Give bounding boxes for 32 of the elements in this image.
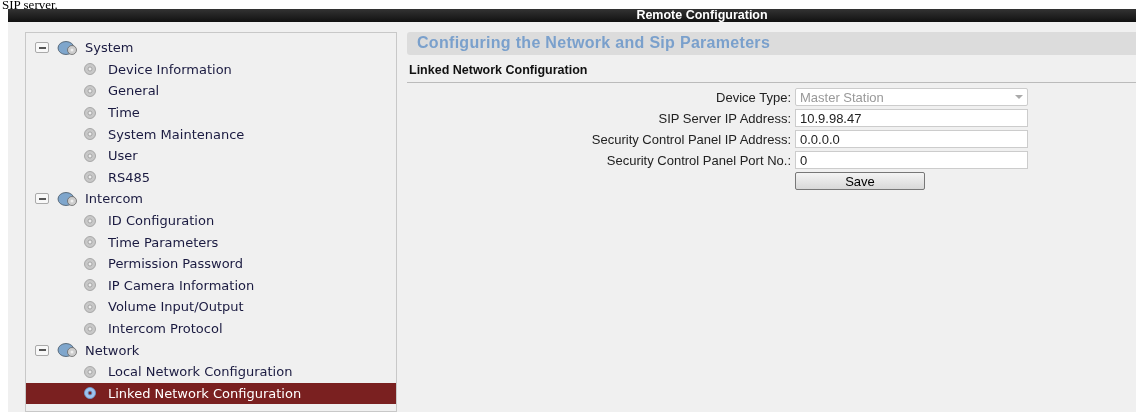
tree-item[interactable]: RS485 [26, 166, 396, 189]
collapse-toggle[interactable] [35, 344, 49, 356]
tree-group-label[interactable]: Network [85, 342, 140, 358]
tree-item[interactable]: User [26, 144, 396, 167]
tree-item[interactable]: System Maintenance [26, 123, 396, 145]
field-label: Security Control Panel Port No.: [605, 152, 791, 168]
field-label: Security Control Panel IP Address: [590, 131, 791, 147]
tree-item[interactable]: General [26, 80, 396, 102]
tree-item[interactable]: IP Camera Information [26, 274, 396, 297]
tree-item[interactable]: Time [26, 101, 396, 124]
panel-heading: Configuring the Network and Sip Parameters [407, 32, 1136, 55]
field-label: Device Type: [715, 89, 791, 105]
tree-item[interactable]: ID Configuration [26, 209, 396, 232]
section-title: Linked Network Configuration [407, 55, 1136, 83]
input-field[interactable]: 0 [795, 151, 1028, 169]
tree-item[interactable]: Permission Password [26, 252, 396, 275]
field-label: SIP Server IP Address: [657, 110, 791, 126]
collapse-toggle[interactable] [35, 193, 49, 205]
tree-group-label[interactable]: Intercom [85, 191, 143, 207]
collapse-toggle[interactable] [35, 42, 49, 54]
save-button[interactable]: Save [795, 172, 925, 190]
input-field[interactable]: 10.9.98.47 [795, 109, 1028, 127]
tree-item[interactable]: Time Parameters [26, 231, 396, 253]
document-caption: SIP server. [1, 0, 59, 9]
tree-item[interactable]: Local Network Configuration [26, 360, 396, 383]
tree-item[interactable]: Volume Input/Output [26, 296, 396, 318]
window-title: Remote Configuration [8, 9, 1136, 22]
input-field[interactable]: 0.0.0.0 [795, 130, 1028, 148]
tree-item[interactable]: Linked Network Configuration [26, 382, 396, 405]
tree-item[interactable]: Intercom Protocol [26, 317, 396, 340]
tree-item[interactable]: Device Information [26, 58, 396, 81]
tree-group-label[interactable]: System [85, 40, 134, 56]
